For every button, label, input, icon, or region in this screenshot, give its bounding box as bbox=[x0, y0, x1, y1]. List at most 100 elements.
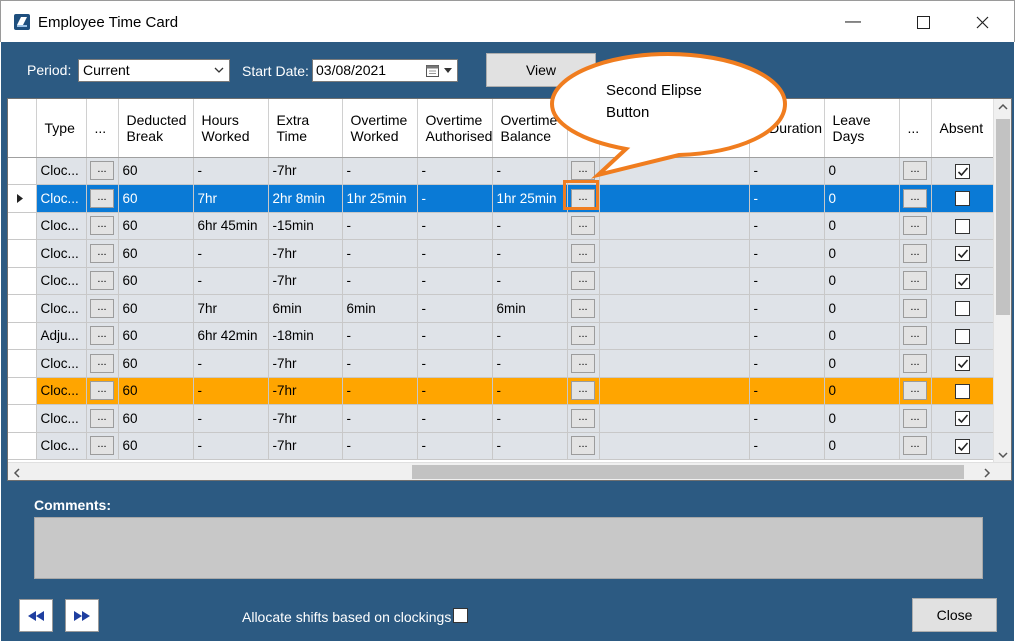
ellipsis-button[interactable]: ... bbox=[90, 298, 114, 318]
ellipsis-button[interactable]: ... bbox=[90, 216, 114, 236]
ellipsis-button-2[interactable]: ... bbox=[567, 377, 600, 405]
absent-cell[interactable] bbox=[931, 267, 994, 295]
ellipsis-button[interactable]: ... bbox=[903, 408, 927, 428]
ellipsis-button-3[interactable]: ... bbox=[899, 212, 932, 240]
ellipsis-button[interactable]: ... bbox=[571, 408, 595, 428]
ellipsis-button-3[interactable]: ... bbox=[899, 184, 932, 213]
column-header-ellipsis-1[interactable]: ... bbox=[86, 99, 119, 158]
ellipsis-button[interactable]: ... bbox=[90, 408, 114, 428]
ellipsis-button[interactable]: ... bbox=[90, 326, 114, 346]
ellipsis-button[interactable]: ... bbox=[903, 243, 927, 263]
scroll-up-icon[interactable] bbox=[998, 103, 1008, 111]
column-header-hours-worked[interactable]: Hours Worked bbox=[193, 99, 269, 158]
absent-cell[interactable] bbox=[931, 322, 994, 350]
table-row[interactable]: Cloc...... 60- -7hr - - -... -0... bbox=[8, 349, 994, 378]
table-row[interactable]: Cloc...... 60- -7hr - - -... -0... bbox=[8, 404, 994, 433]
ellipsis-button-1[interactable]: ... bbox=[86, 404, 119, 433]
ellipsis-button-1[interactable]: ... bbox=[86, 322, 119, 350]
ellipsis-button[interactable]: ... bbox=[571, 271, 595, 291]
ellipsis-button[interactable]: ... bbox=[571, 298, 595, 318]
ellipsis-button-1[interactable]: ... bbox=[86, 349, 119, 378]
table-row[interactable]: Cloc...... 60- -7hr - - -... -0... bbox=[8, 267, 994, 295]
column-header-duration[interactable]: e Duration bbox=[749, 99, 825, 158]
absent-checkbox[interactable] bbox=[955, 163, 970, 179]
table-row[interactable]: Cloc...... 60 7hr 2hr 8min 1hr 25min -1hr 25m… bbox=[8, 184, 994, 213]
ellipsis-button[interactable]: ... bbox=[90, 271, 114, 291]
absent-checkbox[interactable] bbox=[955, 438, 970, 454]
column-header-leave-days[interactable]: Leave Days bbox=[824, 99, 900, 158]
absent-cell[interactable] bbox=[931, 404, 994, 433]
horizontal-scroll-thumb[interactable] bbox=[412, 465, 964, 479]
ellipsis-button[interactable]: ... bbox=[90, 381, 114, 401]
absent-cell[interactable] bbox=[931, 294, 994, 323]
vertical-scroll-thumb[interactable] bbox=[996, 119, 1010, 315]
ellipsis-button-3[interactable]: ... bbox=[899, 294, 932, 323]
close-window-button[interactable] bbox=[959, 1, 1005, 43]
ellipsis-button[interactable]: ... bbox=[903, 436, 927, 456]
table-row[interactable]: Cloc...... 60- -7hr - - -... -0... bbox=[8, 239, 994, 268]
ellipsis-button-2[interactable]: ... bbox=[567, 267, 600, 295]
ellipsis-button-3[interactable]: ... bbox=[899, 322, 932, 350]
ellipsis-button[interactable]: ... bbox=[571, 436, 595, 456]
ellipsis-button[interactable]: ... bbox=[903, 298, 927, 318]
ellipsis-button[interactable]: ... bbox=[90, 188, 114, 208]
allocate-shifts-checkbox[interactable] bbox=[453, 608, 468, 623]
ellipsis-button[interactable]: ... bbox=[571, 326, 595, 346]
ellipsis-button[interactable]: ... bbox=[571, 243, 595, 263]
ellipsis-button-3[interactable]: ... bbox=[899, 349, 932, 378]
absent-cell[interactable] bbox=[931, 239, 994, 268]
ellipsis-button[interactable]: ... bbox=[90, 161, 114, 181]
ellipsis-button-2[interactable]: ... bbox=[567, 212, 600, 240]
previous-period-button[interactable] bbox=[19, 599, 53, 632]
column-header-overtime-worked[interactable]: Overtime Worked bbox=[342, 99, 418, 158]
ellipsis-button-1[interactable]: ... bbox=[86, 212, 119, 240]
ellipsis-button-3[interactable]: ... bbox=[899, 267, 932, 295]
absent-cell[interactable] bbox=[931, 432, 994, 460]
column-header-overtime-authorised[interactable]: Overtime Authorised bbox=[417, 99, 493, 158]
table-row[interactable]: Cloc...... 60 7hr 6min 6min -6min... -0... bbox=[8, 294, 994, 323]
absent-checkbox[interactable] bbox=[955, 246, 970, 262]
ellipsis-button-1[interactable]: ... bbox=[86, 184, 119, 213]
column-header-ellipsis-3[interactable]: ... bbox=[899, 99, 932, 158]
ellipsis-button-3[interactable]: ... bbox=[899, 432, 932, 460]
ellipsis-button[interactable]: ... bbox=[903, 326, 927, 346]
ellipsis-button-2[interactable]: ... bbox=[567, 322, 600, 350]
next-period-button[interactable] bbox=[65, 599, 99, 632]
table-row[interactable]: Adju...... 60 6hr 42min -18min - - -... -0... bbox=[8, 322, 994, 350]
ellipsis-button[interactable]: ... bbox=[903, 188, 927, 208]
ellipsis-button-2[interactable]: ... bbox=[567, 432, 600, 460]
absent-cell[interactable] bbox=[931, 212, 994, 240]
column-header-type[interactable]: Type bbox=[36, 99, 87, 158]
scroll-right-icon[interactable] bbox=[983, 468, 991, 478]
ellipsis-button[interactable]: ... bbox=[903, 353, 927, 373]
ellipsis-button[interactable]: ... bbox=[903, 381, 927, 401]
ellipsis-button-3[interactable]: ... bbox=[899, 157, 932, 185]
ellipsis-button[interactable]: ... bbox=[571, 216, 595, 236]
ellipsis-button-2[interactable]: ... bbox=[567, 404, 600, 433]
absent-cell[interactable] bbox=[931, 349, 994, 378]
column-header-ellipsis-2[interactable] bbox=[567, 99, 600, 158]
ellipsis-button-1[interactable]: ... bbox=[86, 267, 119, 295]
ellipsis-button-1[interactable]: ... bbox=[86, 432, 119, 460]
scroll-left-icon[interactable] bbox=[13, 468, 21, 478]
column-header-deducted-break[interactable]: Deducted Break bbox=[118, 99, 194, 158]
ellipsis-button-3[interactable]: ... bbox=[899, 377, 932, 405]
ellipsis-button[interactable]: ... bbox=[571, 381, 595, 401]
absent-checkbox[interactable] bbox=[955, 411, 970, 427]
absent-checkbox[interactable] bbox=[955, 328, 970, 344]
close-button[interactable]: Close bbox=[912, 598, 997, 632]
absent-cell[interactable] bbox=[931, 157, 994, 185]
ellipsis-button-2[interactable]: ... bbox=[567, 349, 600, 378]
table-row[interactable]: Cloc...... 60 6hr 45min -15min - - -... -0... bbox=[8, 212, 994, 240]
ellipsis-button-1[interactable]: ... bbox=[86, 157, 119, 185]
ellipsis-button-1[interactable]: ... bbox=[86, 377, 119, 405]
ellipsis-button-2[interactable]: ... bbox=[567, 294, 600, 323]
ellipsis-button[interactable]: ... bbox=[903, 216, 927, 236]
timecard-grid[interactable]: Type ... Deducted Break Hours Worked Ext… bbox=[7, 98, 1012, 481]
vertical-scrollbar[interactable] bbox=[993, 99, 1011, 463]
ellipsis-button-1[interactable]: ... bbox=[86, 294, 119, 323]
table-row[interactable]: Cloc...... 60- -7hr - - -... -0... bbox=[8, 157, 994, 185]
start-date-picker[interactable]: 03/08/2021 bbox=[312, 59, 458, 82]
absent-checkbox[interactable] bbox=[955, 383, 970, 399]
ellipsis-button[interactable]: ... bbox=[90, 353, 114, 373]
